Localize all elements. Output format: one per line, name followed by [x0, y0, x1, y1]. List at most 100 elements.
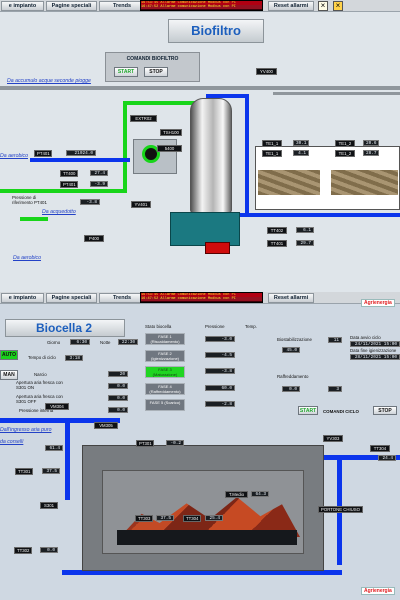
- biocella-panel: e impianto Pagine speciali Trends 16:53:…: [0, 292, 400, 600]
- nav-trends[interactable]: Trends: [99, 0, 145, 11]
- pt401-second-value: -3.9: [90, 181, 108, 187]
- tag-extr02: EXTR02: [130, 115, 157, 122]
- nav-impianto[interactable]: e impianto: [1, 292, 44, 303]
- tag-pt401: PT401: [34, 150, 52, 157]
- secondary-water-link[interactable]: Da accumulo acque seconde piogge: [7, 78, 91, 84]
- t-medio-value: 64.3: [251, 491, 269, 497]
- night-label: Notte: [100, 340, 111, 345]
- green-air-pipe-mid: [0, 189, 125, 193]
- tag-te1-1: TE1_1: [262, 140, 282, 147]
- top-navigation: e impianto Pagine speciali Trends 16:53:…: [0, 0, 400, 12]
- day-label: Giorno: [47, 340, 61, 345]
- narcio-label: Narcio: [34, 372, 47, 377]
- tt303-value: 37.5: [156, 515, 174, 521]
- hygienization-end-label: Data fine igienizzazione: [350, 348, 397, 353]
- phase-1[interactable]: FASE 1 (Riscaldamento): [145, 333, 185, 345]
- start-button[interactable]: START: [114, 67, 138, 77]
- aerobic-link[interactable]: Da aerobico: [0, 153, 28, 159]
- bed-media-left: [258, 170, 320, 195]
- internal-pressure-value: 0.0: [108, 407, 128, 413]
- mute-icon[interactable]: ×: [333, 1, 343, 11]
- blue-water-pipe-bottom: [237, 213, 400, 217]
- vertical-pipe-left: [65, 418, 70, 500]
- tt301-value: 37.5: [42, 468, 60, 474]
- tag-yv303: YV303: [323, 435, 343, 442]
- cycle-start-date-label: Data avvio ciclo: [350, 335, 381, 340]
- tag-vm305: VM305: [94, 422, 118, 429]
- cycle-start-button[interactable]: START: [298, 406, 318, 415]
- corselli-link[interactable]: da corselli: [0, 439, 23, 445]
- cooling-label: Raffreddamento: [277, 374, 309, 379]
- cycle-start-date: 24/11/2021 15:00: [350, 341, 400, 347]
- tag-tt304: TT304: [183, 515, 201, 522]
- night-value: 22:30: [118, 339, 138, 345]
- te1-2-lower-value: 28.7: [363, 150, 379, 156]
- pressure-header: Pressione: [205, 324, 225, 329]
- tag-tsh100: TSH100: [160, 129, 182, 136]
- tag-s301: S301: [40, 502, 58, 509]
- phase-2[interactable]: FASE 2 (Igienizzazione): [145, 350, 185, 362]
- tag-tt401: TT401: [267, 240, 287, 247]
- nav-impianto[interactable]: e impianto: [1, 0, 44, 11]
- command-panel: COMANDI BIOFILTRO START STOP: [105, 52, 200, 82]
- tt302-value: 0.0: [40, 547, 58, 553]
- te1-2-value: 20.6: [363, 140, 379, 146]
- tag-te1-2-lower: TE1_2: [335, 150, 355, 157]
- pressure-reference-value: -3.8: [80, 199, 100, 205]
- nav-pagine-speciali[interactable]: Pagine speciali: [46, 0, 97, 11]
- overhead-pipe: [0, 86, 400, 90]
- biofiltro-panel: e impianto Pagine speciali Trends 16:53:…: [0, 0, 400, 292]
- cycle-time-label: Tempo di ciclo: [28, 355, 56, 360]
- reset-alarms-button[interactable]: Reset allarmi: [268, 1, 314, 11]
- cycle-stop-button[interactable]: STOP: [373, 406, 397, 415]
- aqueduct-link[interactable]: Da acquedotto: [42, 209, 76, 215]
- phase-5[interactable]: FASE 5 (Scarico): [145, 399, 185, 411]
- tt401-value: 29.7: [296, 240, 314, 246]
- cycle-time-value: 3:18: [65, 355, 83, 361]
- cycle-commands-label: COMANDI CICLO: [323, 409, 359, 414]
- bottom-navigation: e impianto Pagine speciali Trends 16:53:…: [0, 292, 400, 304]
- tag-te1-1-lower: TE1_1: [262, 150, 282, 157]
- phase-3-active[interactable]: FASE 3 (Maturazione): [145, 366, 185, 378]
- biostabilization-value: 45.0: [282, 347, 300, 353]
- pt401-value: 21024.0: [66, 150, 96, 156]
- agrienergia-logo: Agrienergia: [361, 587, 395, 595]
- page-title: Biocella 2: [5, 319, 125, 337]
- te1-1-lower-value: 4.1: [293, 150, 309, 156]
- pressure-reference-label: Pressione di riferimento PT401: [12, 195, 47, 205]
- fresh-air-link[interactable]: Dall'ingresso aria puro: [0, 427, 51, 433]
- biostabilization-days: 11: [328, 337, 342, 343]
- phase-3-pressure: -3.8: [205, 368, 235, 374]
- tag-yv400: YV400: [256, 68, 277, 75]
- page-title: Biofiltro: [168, 19, 264, 43]
- close-icon[interactable]: ×: [318, 1, 328, 11]
- nav-pagine-speciali[interactable]: Pagine speciali: [46, 292, 97, 303]
- tag-tt400: TT400: [60, 170, 78, 177]
- phase-5-pressure: -2.8: [205, 401, 235, 407]
- tag-5400: 5400: [157, 145, 182, 152]
- stop-button[interactable]: STOP: [144, 67, 168, 77]
- state-header: Stato biocella: [145, 324, 172, 329]
- manual-button[interactable]: MAN: [0, 370, 18, 380]
- tt304-right-value: 24.4: [378, 455, 396, 461]
- tag-pt402: TT402: [267, 227, 287, 234]
- tt304-value: 25.4: [205, 515, 223, 521]
- tag-vm304: VM304: [45, 403, 69, 410]
- auto-button[interactable]: AUTO: [0, 350, 18, 360]
- tag-tt304-right: TT304: [370, 445, 390, 452]
- red-control-box[interactable]: [205, 242, 230, 254]
- fresh-air-on-label: Apertura aria fresca con S301 ON: [16, 380, 63, 390]
- aerobic-link-lower[interactable]: Da aerobico: [13, 255, 41, 261]
- tag-te1-2: TE1_2: [335, 140, 355, 147]
- phase-4[interactable]: FASE 4 (Raffreddamento): [145, 383, 185, 395]
- alarm-list: 16:53:45 Allarme Comunicazione Modbus co…: [140, 0, 263, 11]
- fresh-air-on-value: 0.0: [108, 383, 128, 389]
- cooling-days: 3: [328, 386, 342, 392]
- nav-trends[interactable]: Trends: [99, 292, 145, 303]
- blue-water-pipe-left: [30, 158, 130, 162]
- agrienergia-logo: Agrienergia: [361, 299, 395, 307]
- reset-alarms-button[interactable]: Reset allarmi: [268, 293, 314, 303]
- day-value: 6:30: [70, 339, 90, 345]
- pt402-value: 6.1: [296, 227, 314, 233]
- gate-status: PORTONE CHIUSO: [318, 506, 363, 513]
